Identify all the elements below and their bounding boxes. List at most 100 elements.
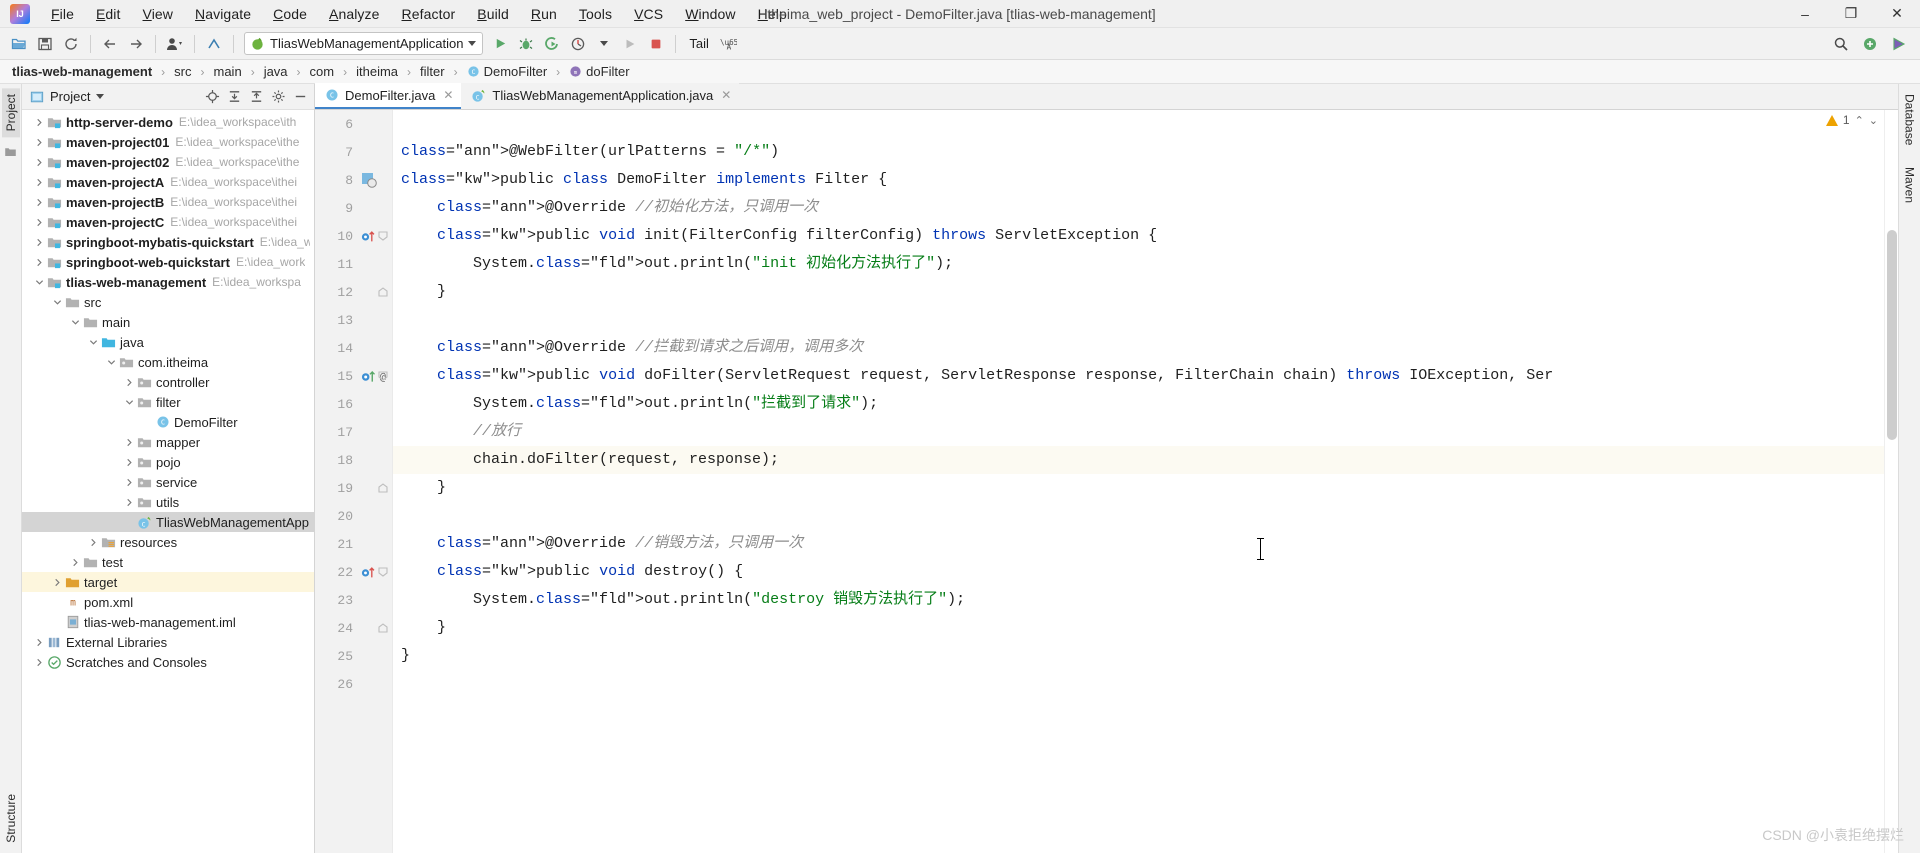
fold-marker[interactable]	[376, 334, 390, 362]
run-icon[interactable]	[487, 31, 513, 57]
fold-marker[interactable]	[376, 418, 390, 446]
menu-item-help[interactable]: Help	[747, 3, 798, 25]
gutter-line[interactable]: 20	[315, 502, 392, 530]
gutter-line[interactable]: 22	[315, 558, 392, 586]
tree-item-pojo[interactable]: pojo	[22, 452, 314, 472]
menu-item-analyze[interactable]: Analyze	[318, 3, 391, 25]
menu-item-view[interactable]: View	[132, 3, 185, 25]
gutter-line[interactable]: 23	[315, 586, 392, 614]
tree-item-demofilter[interactable]: C DemoFilter	[22, 412, 314, 432]
menu-item-navigate[interactable]: Navigate	[184, 3, 262, 25]
chevron-down-icon[interactable]	[96, 94, 105, 99]
code-line[interactable]	[393, 306, 1884, 334]
tree-item-mapper[interactable]: mapper	[22, 432, 314, 452]
tree-item-external-libraries[interactable]: External Libraries	[22, 632, 314, 652]
gutter-line[interactable]: 7	[315, 138, 392, 166]
code-line[interactable]: }	[393, 278, 1884, 306]
tree-item-tlias-web-management-iml[interactable]: tlias-web-management.iml	[22, 612, 314, 632]
tree-toggle-arrow[interactable]	[86, 538, 100, 547]
fold-marker[interactable]	[376, 250, 390, 278]
tree-toggle-arrow[interactable]	[122, 458, 136, 467]
tree-item-scratches-and-consoles[interactable]: Scratches and Consoles	[22, 652, 314, 672]
debug-icon[interactable]	[513, 31, 539, 57]
tree-toggle-arrow[interactable]	[32, 238, 46, 247]
tree-toggle-arrow[interactable]	[122, 378, 136, 387]
fold-marker[interactable]	[376, 474, 390, 502]
code-line[interactable]: class="kw">public class DemoFilter imple…	[393, 166, 1884, 194]
error-stripe-markers[interactable]	[1884, 110, 1898, 853]
fold-marker[interactable]	[376, 530, 390, 558]
tree-item-service[interactable]: service	[22, 472, 314, 492]
gutter-line[interactable]: 11	[315, 250, 392, 278]
gutter-line[interactable]: 6	[315, 110, 392, 138]
tree-toggle-arrow[interactable]	[32, 198, 46, 207]
expand-all-icon[interactable]	[224, 87, 244, 107]
maximize-button[interactable]: ❐	[1828, 0, 1874, 28]
gutter-line[interactable]: 12	[315, 278, 392, 306]
tree-item-filter[interactable]: filter	[22, 392, 314, 412]
gutter-line[interactable]: 18	[315, 446, 392, 474]
locate-icon[interactable]	[202, 87, 222, 107]
breadcrumb-item-itheima[interactable]: itheima	[354, 64, 400, 79]
tree-toggle-arrow[interactable]	[32, 138, 46, 147]
code-line[interactable]: }	[393, 642, 1884, 670]
tree-toggle-arrow[interactable]	[32, 658, 46, 667]
run-disabled-icon[interactable]	[617, 31, 643, 57]
breadcrumb-item-src[interactable]: src	[172, 64, 193, 79]
gutter-line[interactable]: 19	[315, 474, 392, 502]
inspection-widget[interactable]: 1 ⌃ ⌄	[1825, 113, 1878, 127]
tree-item-springboot-web-quickstart[interactable]: springboot-web-quickstart E:\idea_work	[22, 252, 314, 272]
tree-item-utils[interactable]: utils	[22, 492, 314, 512]
fold-marker[interactable]	[376, 642, 390, 670]
code-line[interactable]: //放行	[393, 418, 1884, 446]
gutter-line[interactable]: 10	[315, 222, 392, 250]
tree-toggle-arrow[interactable]	[86, 338, 100, 347]
tree-toggle-arrow[interactable]	[122, 398, 136, 407]
chevron-down-icon[interactable]	[468, 41, 477, 46]
browser-run-icon[interactable]	[1886, 31, 1912, 57]
profiler-icon[interactable]	[565, 31, 591, 57]
update-project-icon[interactable]	[201, 31, 227, 57]
fold-marker[interactable]	[376, 586, 390, 614]
gutter-line[interactable]: 26	[315, 670, 392, 698]
user-profile-icon[interactable]	[162, 31, 188, 57]
breadcrumb-item-com[interactable]: com	[308, 64, 337, 79]
breadcrumb-item-filter[interactable]: filter	[418, 64, 447, 79]
code-text-area[interactable]: class="ann">@WebFilter(urlPatterns = "/*…	[393, 110, 1884, 853]
project-tree[interactable]: http-server-demo E:\idea_workspace\ith mav…	[22, 110, 314, 853]
breadcrumb-item-main[interactable]: main	[212, 64, 244, 79]
fold-marker[interactable]	[376, 614, 390, 642]
folder-icon[interactable]	[4, 145, 17, 163]
tree-item-resources[interactable]: resources	[22, 532, 314, 552]
back-arrow-icon[interactable]	[97, 31, 123, 57]
sidebar-item-database[interactable]: Database	[1901, 88, 1919, 151]
tree-item-maven-projecta[interactable]: maven-projectA E:\idea_workspace\ithei	[22, 172, 314, 192]
menu-item-build[interactable]: Build	[466, 3, 520, 25]
gutter-line[interactable]: 8	[315, 166, 392, 194]
tree-item-controller[interactable]: controller	[22, 372, 314, 392]
minimize-button[interactable]: –	[1782, 0, 1828, 28]
breadcrumb-item-demofilter[interactable]: C DemoFilter	[465, 64, 550, 79]
code-line[interactable]	[393, 670, 1884, 698]
sync-icon[interactable]	[58, 31, 84, 57]
code-line[interactable]: class="kw">public void doFilter(ServletR…	[393, 362, 1884, 390]
fold-marker[interactable]	[376, 558, 390, 586]
tail-button[interactable]: Tail	[682, 34, 716, 53]
tree-toggle-arrow[interactable]	[32, 178, 46, 187]
menu-item-vcs[interactable]: VCS	[623, 3, 674, 25]
fold-marker[interactable]	[376, 446, 390, 474]
tree-item-pom-xml[interactable]: m pom.xml	[22, 592, 314, 612]
code-line[interactable]: System.class="fld">out.println("init 初始化…	[393, 250, 1884, 278]
tree-item-java[interactable]: java	[22, 332, 314, 352]
search-everywhere-icon[interactable]	[1828, 31, 1854, 57]
menu-bar[interactable]: File Edit View Navigate Code Analyze Refactor B…	[40, 3, 798, 25]
fold-marker[interactable]	[376, 306, 390, 334]
tree-item-springboot-mybatis-quickstart[interactable]: springboot-mybatis-quickstart E:\idea_w	[22, 232, 314, 252]
tree-item-target[interactable]: target	[22, 572, 314, 592]
code-line[interactable]	[393, 110, 1884, 138]
settings-gear-icon[interactable]	[268, 87, 288, 107]
tree-item-maven-project02[interactable]: maven-project02 E:\idea_workspace\ithe	[22, 152, 314, 172]
tree-toggle-arrow[interactable]	[68, 318, 82, 327]
plugin-update-icon[interactable]	[1857, 31, 1883, 57]
gutter-line[interactable]: 16	[315, 390, 392, 418]
